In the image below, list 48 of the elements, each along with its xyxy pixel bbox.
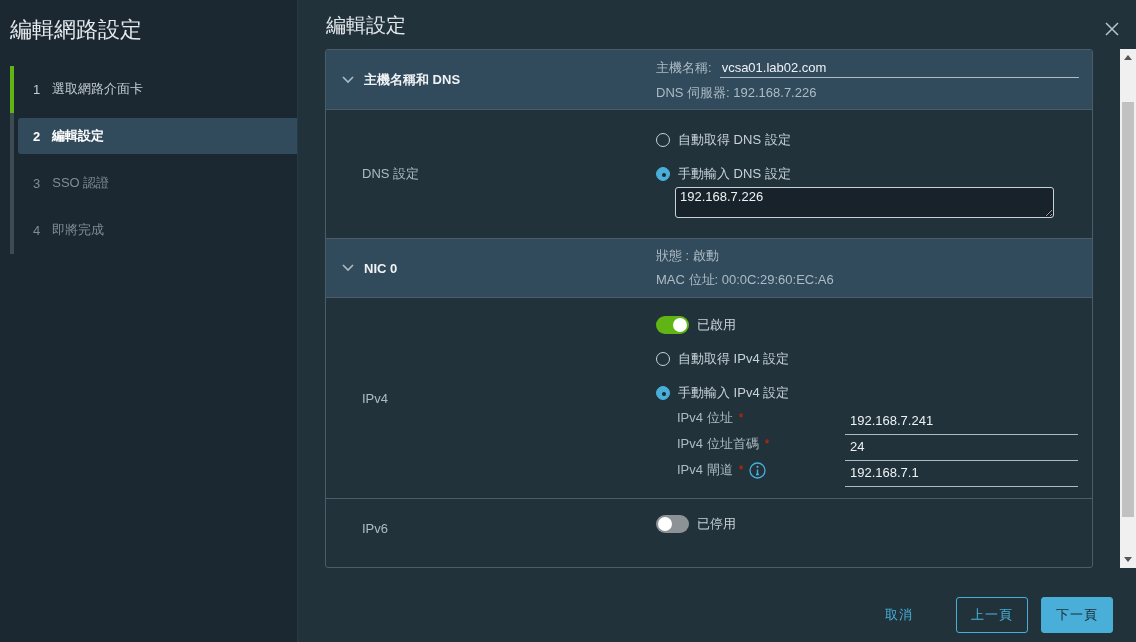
section-header[interactable]: 主機名稱和 DNS 主機名稱: vcsa01.lab02.com DNS 伺服器: 192.168.7.226 <box>326 50 1092 110</box>
radio-button[interactable] <box>656 386 670 400</box>
info-text: MAC 位址: 00:0C:29:60:EC:A6 <box>656 271 834 289</box>
input-field[interactable]: 192.168.7.241 <box>845 407 1078 435</box>
radio-label: 手動輸入 DNS 設定 <box>678 164 791 183</box>
chevron-icon[interactable] <box>342 75 354 84</box>
section-title: NIC 0 <box>364 260 398 276</box>
radio-label: 自動取得 DNS 設定 <box>678 130 791 149</box>
field-label: IPv4 位址 <box>677 409 733 427</box>
info-icon[interactable] <box>749 461 767 479</box>
row-label: IPv4 <box>361 390 389 406</box>
input-field[interactable]: 192.168.7.1 <box>845 459 1078 487</box>
section-header[interactable]: NIC 0 狀態 : 啟動 MAC 位址: 00:0C:29:60:EC:A6 <box>326 238 1092 298</box>
wizard-step[interactable]: 4 即將完成 <box>18 212 297 248</box>
radio-button[interactable] <box>656 166 670 181</box>
radio-label: 手動輸入 IPv4 設定 <box>678 384 790 402</box>
required-mark: * <box>764 437 770 451</box>
required-mark: * <box>738 411 744 425</box>
wizard-title: 編輯網路設定 <box>9 16 143 44</box>
info-text: DNS 伺服器: 192.168.7.226 <box>656 83 818 102</box>
hostname-field[interactable]: vcsa01.lab02.com <box>719 57 1079 78</box>
cancel-button[interactable]: 取消 <box>865 597 933 633</box>
field-label: IPv4 位址首碼 <box>677 435 759 453</box>
toggle-switch[interactable] <box>656 316 689 334</box>
toggle-label: 已停用 <box>697 515 736 533</box>
radio-label: 自動取得 IPv4 設定 <box>678 350 790 368</box>
page-title: 編輯設定 <box>326 13 406 38</box>
input-field[interactable]: 24 <box>845 433 1078 461</box>
info-text: 狀態 : 啟動 <box>656 247 720 265</box>
section-title: 主機名稱和 DNS <box>364 70 461 89</box>
back-button[interactable]: 上一頁 <box>956 597 1028 633</box>
scrollbar[interactable] <box>1120 49 1136 568</box>
close-icon[interactable] <box>1105 22 1119 36</box>
next-button[interactable]: 下一頁 <box>1041 597 1113 633</box>
scroll-up-icon[interactable] <box>1124 55 1132 60</box>
row-label: IPv6 <box>361 520 389 537</box>
toggle-switch[interactable] <box>656 515 689 533</box>
row-label: DNS 設定 <box>361 165 421 183</box>
dns-server-field[interactable]: 192.168.7.226 <box>675 186 1054 218</box>
wizard-step[interactable]: 1 選取網路介面卡 <box>18 71 297 107</box>
field-label: IPv4 閘道 <box>677 461 733 479</box>
toggle-label: 已啟用 <box>697 316 736 334</box>
wizard-step[interactable]: 3 SSO 認證 <box>18 165 297 201</box>
scroll-down-icon[interactable] <box>1124 557 1132 562</box>
required-mark: * <box>738 463 744 477</box>
wizard-step[interactable]: 2 編輯設定 <box>18 118 297 154</box>
chevron-icon[interactable] <box>342 264 354 272</box>
field-label: 主機名稱: <box>656 58 712 77</box>
